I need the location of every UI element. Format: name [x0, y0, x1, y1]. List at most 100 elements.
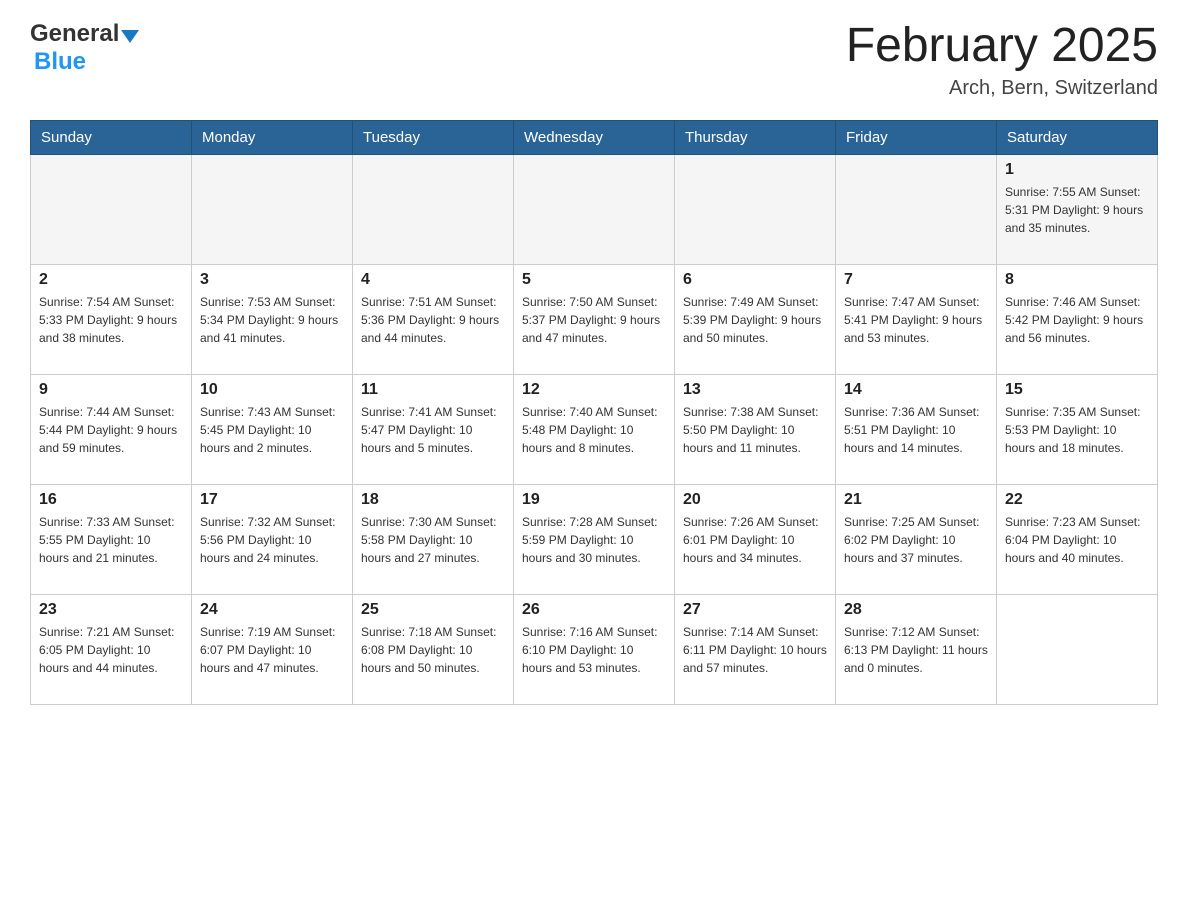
calendar-cell: 13Sunrise: 7:38 AM Sunset: 5:50 PM Dayli…	[675, 374, 836, 484]
day-number: 23	[39, 601, 183, 619]
day-info: Sunrise: 7:38 AM Sunset: 5:50 PM Dayligh…	[683, 403, 827, 457]
calendar-cell: 26 Sunrise: 7:16 AM Sunset: 6:10 PM Dayli…	[514, 594, 675, 704]
calendar-cell: 21 Sunrise: 7:25 AM Sunset: 6:02 PM Dayli…	[836, 484, 997, 594]
calendar-table: SundayMondayTuesdayWednesdayThursdayFrid…	[30, 120, 1158, 705]
day-info: Sunrise: 7:21 AM Sunset: 6:05 PM Dayligh…	[39, 623, 183, 677]
day-info: Sunrise: 7:25 AM Sunset: 6:02 PM Dayligh…	[844, 513, 988, 567]
day-info: Sunrise: 7:41 AM Sunset: 5:47 PM Dayligh…	[361, 403, 505, 457]
calendar-week-row: 23 Sunrise: 7:21 AM Sunset: 6:05 PM Dayli…	[31, 594, 1158, 704]
day-info: Sunrise: 7:28 AM Sunset: 5:59 PM Dayligh…	[522, 513, 666, 567]
calendar-cell	[353, 154, 514, 264]
day-number: 20	[683, 491, 827, 509]
calendar-cell: 18 Sunrise: 7:30 AM Sunset: 5:58 PM Dayli…	[353, 484, 514, 594]
calendar-cell	[514, 154, 675, 264]
day-number: 28	[844, 601, 988, 619]
calendar-week-row: 2 Sunrise: 7:54 AM Sunset: 5:33 PM Daylig…	[31, 264, 1158, 374]
calendar-cell: 10 Sunrise: 7:43 AM Sunset: 5:45 PM Dayli…	[192, 374, 353, 484]
calendar-cell: 23 Sunrise: 7:21 AM Sunset: 6:05 PM Dayli…	[31, 594, 192, 704]
calendar-cell	[31, 154, 192, 264]
day-number: 22	[1005, 491, 1149, 509]
calendar-cell: 25 Sunrise: 7:18 AM Sunset: 6:08 PM Dayli…	[353, 594, 514, 704]
day-info: Sunrise: 7:23 AM Sunset: 6:04 PM Dayligh…	[1005, 513, 1149, 567]
calendar-cell: 4 Sunrise: 7:51 AM Sunset: 5:36 PM Daylig…	[353, 264, 514, 374]
calendar-cell: 24 Sunrise: 7:19 AM Sunset: 6:07 PM Dayli…	[192, 594, 353, 704]
day-info: Sunrise: 7:43 AM Sunset: 5:45 PM Dayligh…	[200, 403, 344, 457]
calendar-cell: 7 Sunrise: 7:47 AM Sunset: 5:41 PM Daylig…	[836, 264, 997, 374]
day-number: 26	[522, 601, 666, 619]
logo-general-text: General	[30, 20, 119, 48]
day-info: Sunrise: 7:33 AM Sunset: 5:55 PM Dayligh…	[39, 513, 183, 567]
calendar-cell: 5 Sunrise: 7:50 AM Sunset: 5:37 PM Daylig…	[514, 264, 675, 374]
day-number: 14	[844, 381, 988, 399]
calendar-cell: 15Sunrise: 7:35 AM Sunset: 5:53 PM Dayli…	[997, 374, 1158, 484]
day-info: Sunrise: 7:36 AM Sunset: 5:51 PM Dayligh…	[844, 403, 988, 457]
day-info: Sunrise: 7:44 AM Sunset: 5:44 PM Dayligh…	[39, 403, 183, 457]
calendar-cell: 1 Sunrise: 7:55 AM Sunset: 5:31 PM Daylig…	[997, 154, 1158, 264]
day-info: Sunrise: 7:26 AM Sunset: 6:01 PM Dayligh…	[683, 513, 827, 567]
calendar-cell: 19Sunrise: 7:28 AM Sunset: 5:59 PM Dayli…	[514, 484, 675, 594]
day-info: Sunrise: 7:50 AM Sunset: 5:37 PM Dayligh…	[522, 293, 666, 347]
day-info: Sunrise: 7:53 AM Sunset: 5:34 PM Dayligh…	[200, 293, 344, 347]
day-number: 10	[200, 381, 344, 399]
day-info: Sunrise: 7:54 AM Sunset: 5:33 PM Dayligh…	[39, 293, 183, 347]
logo-triangle-icon	[121, 30, 139, 43]
day-info: Sunrise: 7:18 AM Sunset: 6:08 PM Dayligh…	[361, 623, 505, 677]
day-number: 3	[200, 271, 344, 289]
calendar-header-wednesday: Wednesday	[514, 120, 675, 154]
calendar-week-row: 1 Sunrise: 7:55 AM Sunset: 5:31 PM Daylig…	[31, 154, 1158, 264]
day-info: Sunrise: 7:47 AM Sunset: 5:41 PM Dayligh…	[844, 293, 988, 347]
calendar-cell: 16 Sunrise: 7:33 AM Sunset: 5:55 PM Dayli…	[31, 484, 192, 594]
day-number: 24	[200, 601, 344, 619]
day-info: Sunrise: 7:46 AM Sunset: 5:42 PM Dayligh…	[1005, 293, 1149, 347]
location-subtitle: Arch, Bern, Switzerland	[846, 77, 1158, 100]
day-info: Sunrise: 7:32 AM Sunset: 5:56 PM Dayligh…	[200, 513, 344, 567]
day-info: Sunrise: 7:51 AM Sunset: 5:36 PM Dayligh…	[361, 293, 505, 347]
day-info: Sunrise: 7:40 AM Sunset: 5:48 PM Dayligh…	[522, 403, 666, 457]
day-number: 25	[361, 601, 505, 619]
calendar-cell	[675, 154, 836, 264]
day-info: Sunrise: 7:12 AM Sunset: 6:13 PM Dayligh…	[844, 623, 988, 677]
calendar-cell: 8Sunrise: 7:46 AM Sunset: 5:42 PM Daylig…	[997, 264, 1158, 374]
day-number: 2	[39, 271, 183, 289]
calendar-cell: 3 Sunrise: 7:53 AM Sunset: 5:34 PM Daylig…	[192, 264, 353, 374]
day-number: 15	[1005, 381, 1149, 399]
calendar-header-row: SundayMondayTuesdayWednesdayThursdayFrid…	[31, 120, 1158, 154]
day-number: 5	[522, 271, 666, 289]
logo-blue-text: Blue	[34, 48, 86, 75]
calendar-cell: 12 Sunrise: 7:40 AM Sunset: 5:48 PM Dayli…	[514, 374, 675, 484]
day-info: Sunrise: 7:14 AM Sunset: 6:11 PM Dayligh…	[683, 623, 827, 677]
month-title: February 2025	[846, 20, 1158, 73]
day-info: Sunrise: 7:19 AM Sunset: 6:07 PM Dayligh…	[200, 623, 344, 677]
day-number: 18	[361, 491, 505, 509]
day-number: 6	[683, 271, 827, 289]
day-number: 17	[200, 491, 344, 509]
day-info: Sunrise: 7:55 AM Sunset: 5:31 PM Dayligh…	[1005, 183, 1149, 237]
title-area: February 2025 Arch, Bern, Switzerland	[846, 20, 1158, 100]
calendar-cell	[997, 594, 1158, 704]
day-number: 7	[844, 271, 988, 289]
day-number: 12	[522, 381, 666, 399]
day-number: 21	[844, 491, 988, 509]
day-info: Sunrise: 7:30 AM Sunset: 5:58 PM Dayligh…	[361, 513, 505, 567]
day-number: 16	[39, 491, 183, 509]
calendar-cell	[192, 154, 353, 264]
page-header: General Blue February 2025 Arch, Bern, S…	[30, 20, 1158, 100]
day-number: 27	[683, 601, 827, 619]
calendar-cell: 11Sunrise: 7:41 AM Sunset: 5:47 PM Dayli…	[353, 374, 514, 484]
calendar-cell: 6 Sunrise: 7:49 AM Sunset: 5:39 PM Daylig…	[675, 264, 836, 374]
calendar-cell: 2 Sunrise: 7:54 AM Sunset: 5:33 PM Daylig…	[31, 264, 192, 374]
day-info: Sunrise: 7:16 AM Sunset: 6:10 PM Dayligh…	[522, 623, 666, 677]
calendar-cell: 9 Sunrise: 7:44 AM Sunset: 5:44 PM Daylig…	[31, 374, 192, 484]
day-number: 1	[1005, 161, 1149, 179]
calendar-week-row: 9 Sunrise: 7:44 AM Sunset: 5:44 PM Daylig…	[31, 374, 1158, 484]
calendar-week-row: 16 Sunrise: 7:33 AM Sunset: 5:55 PM Dayli…	[31, 484, 1158, 594]
calendar-cell: 22 Sunrise: 7:23 AM Sunset: 6:04 PM Dayli…	[997, 484, 1158, 594]
day-number: 9	[39, 381, 183, 399]
calendar-header-sunday: Sunday	[31, 120, 192, 154]
logo: General Blue	[30, 20, 139, 76]
day-number: 4	[361, 271, 505, 289]
calendar-cell: 28 Sunrise: 7:12 AM Sunset: 6:13 PM Dayli…	[836, 594, 997, 704]
day-info: Sunrise: 7:49 AM Sunset: 5:39 PM Dayligh…	[683, 293, 827, 347]
calendar-header-saturday: Saturday	[997, 120, 1158, 154]
calendar-cell: 27 Sunrise: 7:14 AM Sunset: 6:11 PM Dayli…	[675, 594, 836, 704]
